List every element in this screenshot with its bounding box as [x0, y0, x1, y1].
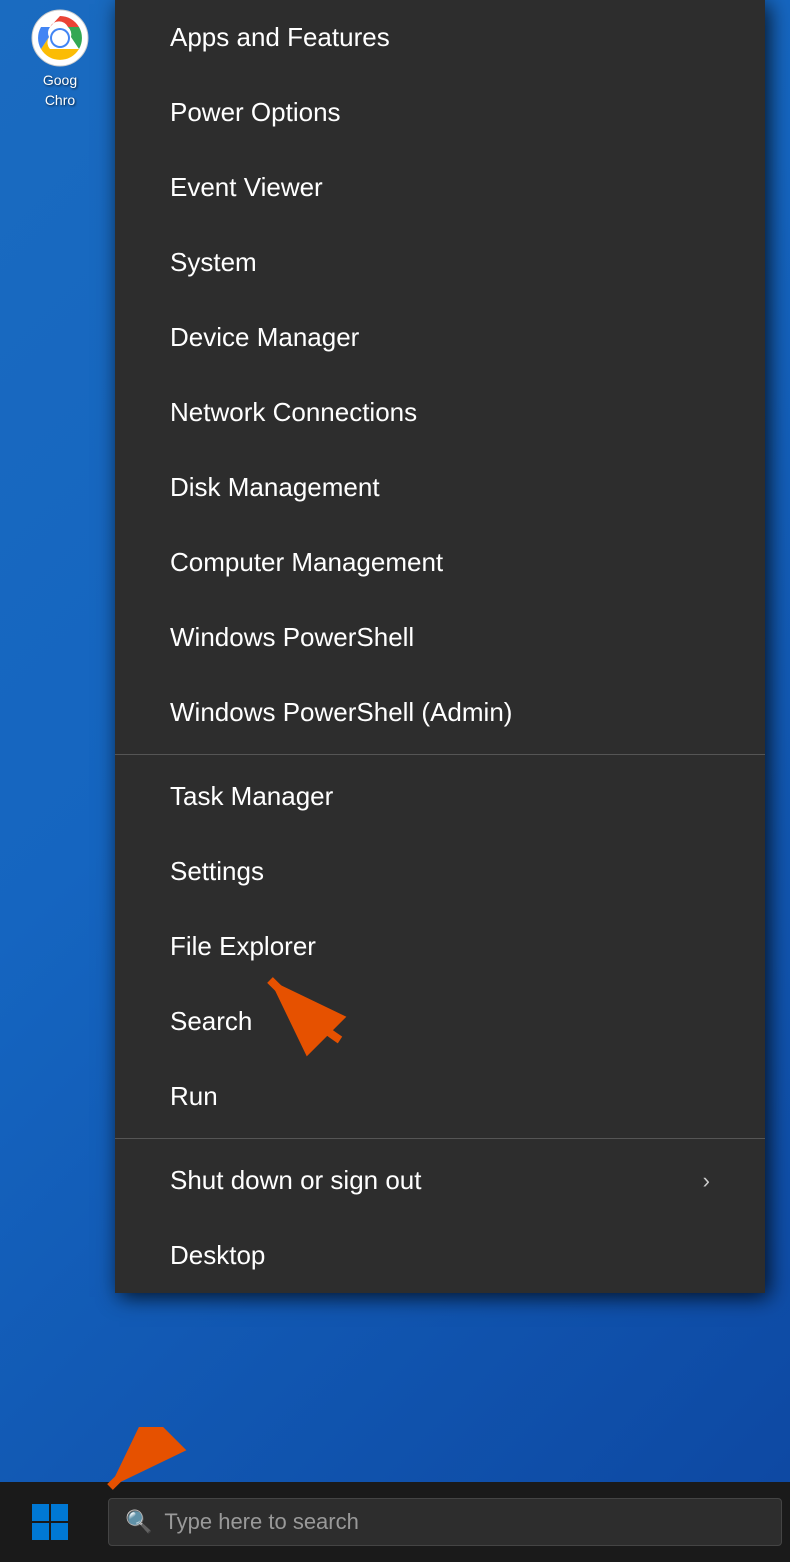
menu-item-device-manager[interactable]: Device Manager — [115, 300, 765, 375]
search-placeholder-text: Type here to search — [164, 1509, 358, 1535]
menu-item-computer-management[interactable]: Computer Management — [115, 525, 765, 600]
menu-item-event-viewer[interactable]: Event Viewer — [115, 150, 765, 225]
menu-item-arrow-shut-down-sign-out: › — [703, 1168, 710, 1194]
menu-item-windows-powershell[interactable]: Windows PowerShell — [115, 600, 765, 675]
menu-item-power-options[interactable]: Power Options — [115, 75, 765, 150]
menu-item-disk-management[interactable]: Disk Management — [115, 450, 765, 525]
menu-item-label-disk-management: Disk Management — [170, 472, 380, 503]
chrome-icon — [30, 8, 90, 68]
menu-item-label-power-options: Power Options — [170, 97, 341, 128]
menu-item-label-file-explorer: File Explorer — [170, 931, 316, 962]
menu-item-system[interactable]: System — [115, 225, 765, 300]
windows-logo-icon — [30, 1502, 70, 1542]
menu-item-settings[interactable]: Settings — [115, 834, 765, 909]
menu-item-label-device-manager: Device Manager — [170, 322, 359, 353]
search-icon: 🔍 — [125, 1509, 152, 1535]
menu-item-label-computer-management: Computer Management — [170, 547, 443, 578]
menu-item-run[interactable]: Run — [115, 1059, 765, 1134]
menu-item-label-windows-powershell: Windows PowerShell — [170, 622, 414, 653]
menu-item-label-apps-and-features: Apps and Features — [170, 22, 390, 53]
taskbar-search-bar[interactable]: 🔍 Type here to search — [108, 1498, 782, 1546]
menu-item-network-connections[interactable]: Network Connections — [115, 375, 765, 450]
chrome-label-line2: Chro — [45, 92, 75, 108]
menu-item-search[interactable]: Search — [115, 984, 765, 1059]
menu-item-task-manager[interactable]: Task Manager — [115, 759, 765, 834]
context-menu: Apps and Features Power Options Event View… — [115, 0, 765, 1293]
menu-item-label-search: Search — [170, 1006, 252, 1037]
menu-item-apps-and-features[interactable]: Apps and Features — [115, 0, 765, 75]
chrome-icon-area: Goog Chro — [0, 0, 120, 120]
menu-divider-after-run — [115, 1138, 765, 1139]
menu-item-label-windows-powershell-admin: Windows PowerShell (Admin) — [170, 697, 512, 728]
menu-item-label-network-connections: Network Connections — [170, 397, 417, 428]
menu-item-label-system: System — [170, 247, 257, 278]
taskbar: 🔍 Type here to search — [0, 1482, 790, 1562]
menu-item-label-event-viewer: Event Viewer — [170, 172, 323, 203]
menu-item-file-explorer[interactable]: File Explorer — [115, 909, 765, 984]
menu-item-shut-down-sign-out[interactable]: Shut down or sign out › — [115, 1143, 765, 1218]
menu-item-label-shut-down-sign-out: Shut down or sign out — [170, 1165, 422, 1196]
menu-item-windows-powershell-admin[interactable]: Windows PowerShell (Admin) — [115, 675, 765, 750]
menu-item-label-settings: Settings — [170, 856, 264, 887]
menu-item-label-run: Run — [170, 1081, 218, 1112]
menu-divider-after-windows-powershell-admin — [115, 754, 765, 755]
menu-item-label-task-manager: Task Manager — [170, 781, 333, 812]
start-button[interactable] — [0, 1482, 100, 1562]
chrome-label-line1: Goog — [43, 72, 77, 88]
menu-item-label-desktop: Desktop — [170, 1240, 265, 1271]
menu-item-desktop[interactable]: Desktop — [115, 1218, 765, 1293]
